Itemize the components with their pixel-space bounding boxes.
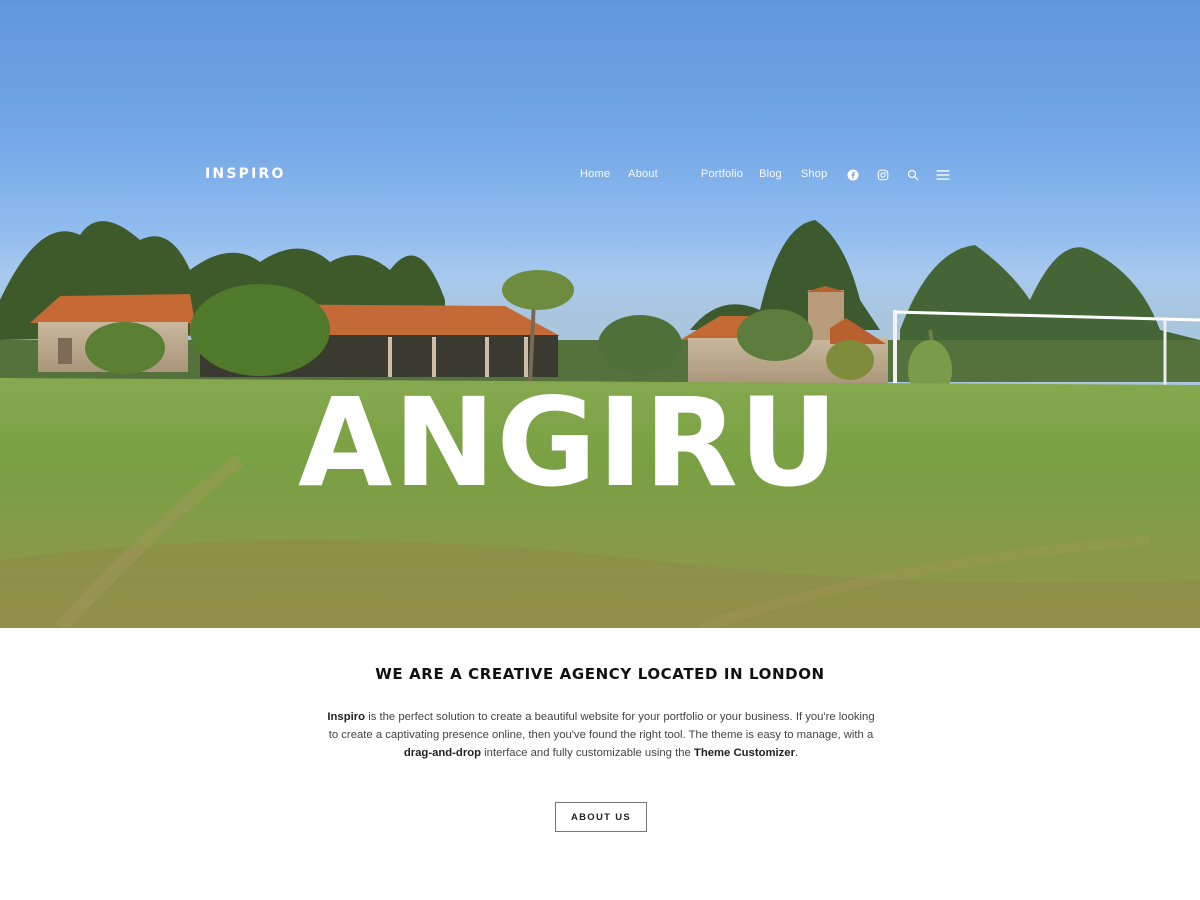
intro-heading: WE ARE A CREATIVE AGENCY LOCATED IN LOND…: [375, 665, 825, 683]
intro-text-part-1: is the perfect solution to create a beau…: [328, 711, 875, 741]
instagram-icon[interactable]: [876, 168, 890, 182]
intro-section: WE ARE A CREATIVE AGENCY LOCATED IN LOND…: [0, 628, 1200, 900]
about-us-button[interactable]: ABOUT US: [555, 802, 647, 832]
theme-customizer-label: Theme Customizer: [693, 747, 795, 759]
drag-and-drop-label: drag-and-drop: [403, 747, 482, 759]
nav-item-about[interactable]: About: [628, 168, 669, 180]
header-icons: [846, 168, 950, 182]
hero-title: ANGIRU: [298, 372, 840, 514]
site-logo[interactable]: INSPIRO: [205, 166, 286, 182]
nav-item-about-label: About: [628, 168, 658, 180]
intro-text-part-3: .: [795, 747, 799, 759]
nav-item-shop[interactable]: Shop: [801, 168, 828, 180]
nav-item-portfolio[interactable]: Portfolio: [701, 168, 743, 180]
brand-name: Inspiro: [327, 711, 366, 723]
intro-text: Inspiro is the perfect solution to creat…: [322, 708, 880, 762]
nav-item-blog[interactable]: Blog: [759, 168, 782, 180]
main-nav: Home About Portfolio Blog Shop: [580, 168, 827, 180]
facebook-icon[interactable]: [846, 168, 860, 182]
search-icon[interactable]: [906, 168, 920, 182]
site-header: INSPIRO Home About Portfolio Blog Shop: [0, 0, 1200, 182]
intro-text-part-2: interface and fully customizable using t…: [481, 747, 694, 759]
nav-item-home[interactable]: Home: [580, 168, 610, 180]
menu-icon[interactable]: [936, 168, 950, 182]
hero-section: INSPIRO Home About Portfolio Blog Shop A…: [0, 0, 1200, 628]
